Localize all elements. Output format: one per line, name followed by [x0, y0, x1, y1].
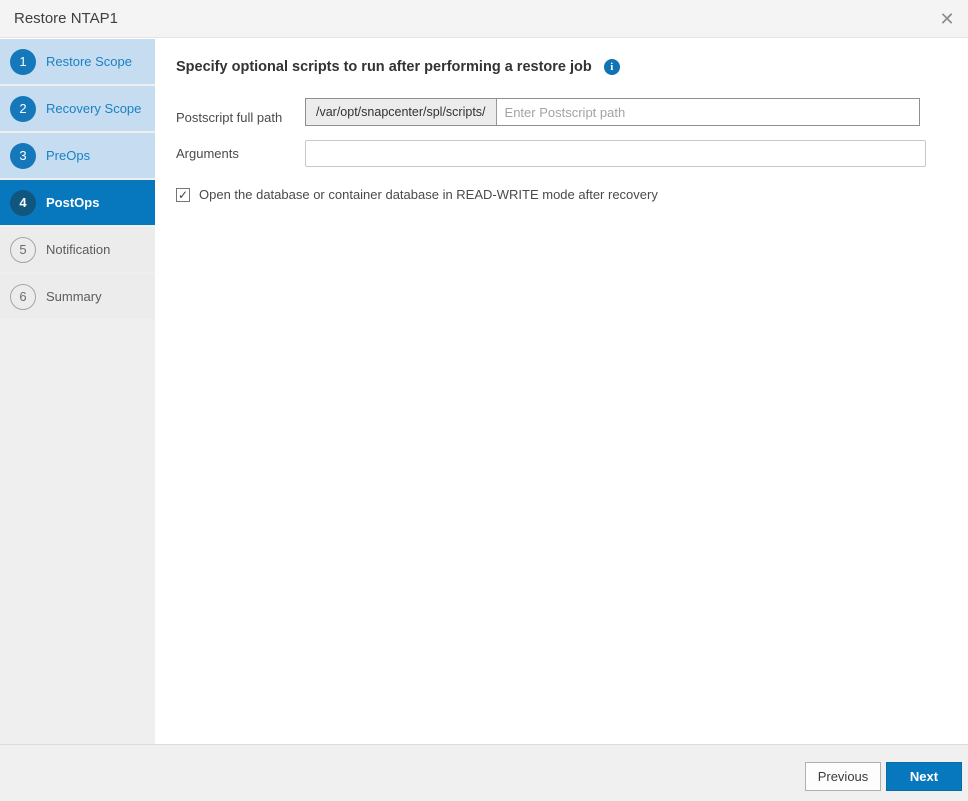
step-number-badge: 2 [10, 95, 36, 122]
sidebar-step-restore-scope[interactable]: 1 Restore Scope [0, 39, 155, 84]
arguments-input[interactable] [305, 140, 926, 167]
step-number-badge: 1 [10, 48, 36, 75]
previous-button[interactable]: Previous [805, 762, 881, 791]
arguments-label: Arguments [176, 146, 239, 161]
step-label: Restore Scope [46, 54, 132, 69]
step-number-badge: 5 [10, 236, 36, 263]
sidebar-step-summary[interactable]: 6 Summary [0, 274, 155, 319]
sidebar-step-postops[interactable]: 4 PostOps [0, 180, 155, 225]
step-label: Recovery Scope [46, 101, 142, 116]
next-button[interactable]: Next [886, 762, 962, 791]
step-label: Summary [46, 289, 102, 304]
dialog-title: Restore NTAP1 [14, 10, 118, 27]
sidebar-step-preops[interactable]: 3 PreOps [0, 133, 155, 178]
step-number-badge: 6 [10, 283, 36, 310]
info-icon[interactable]: i [603, 59, 620, 75]
sidebar-step-notification[interactable]: 5 Notification [0, 227, 155, 272]
restore-wizard-dialog: Restore NTAP1 ✕ 1 Restore Scope 2 Recove… [0, 0, 968, 801]
read-write-checkbox-label: Open the database or container database … [199, 187, 658, 202]
sidebar-step-recovery-scope[interactable]: 2 Recovery Scope [0, 86, 155, 131]
step-number-badge: 4 [10, 189, 36, 216]
panel-heading-row: Specify optional scripts to run after pe… [176, 59, 620, 75]
panel-heading: Specify optional scripts to run after pe… [176, 59, 592, 75]
wizard-footer: Previous Next [0, 744, 968, 801]
dialog-titlebar: Restore NTAP1 ✕ [0, 0, 968, 38]
postscript-path-input[interactable] [496, 99, 919, 125]
step-label: PreOps [46, 148, 91, 163]
step-label: Notification [46, 242, 111, 257]
wizard-steps-sidebar: 1 Restore Scope 2 Recovery Scope 3 PreOp… [0, 39, 155, 744]
checkbox-checked-icon[interactable]: ✓ [176, 187, 190, 202]
postscript-path-label: Postscript full path [176, 110, 283, 125]
step-label: PostOps [46, 195, 100, 210]
postscript-path-group: /var/opt/snapcenter/spl/scripts/ [305, 98, 920, 126]
postscript-path-prefix: /var/opt/snapcenter/spl/scripts/ [306, 99, 497, 125]
step-number-badge: 3 [10, 142, 36, 169]
read-write-checkbox-row[interactable]: ✓ Open the database or container databas… [176, 187, 658, 202]
postops-panel: Specify optional scripts to run after pe… [155, 39, 968, 744]
close-icon[interactable]: ✕ [936, 8, 958, 30]
